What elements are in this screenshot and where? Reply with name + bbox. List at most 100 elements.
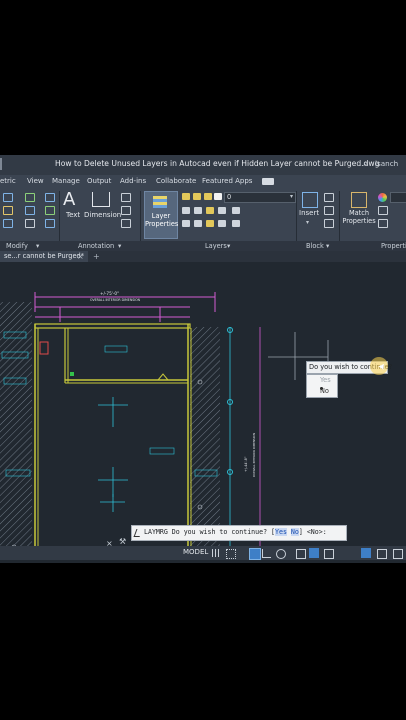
document-tabs: se...r cannot be Purged* × +: [0, 251, 406, 262]
option-yes[interactable]: Yes: [307, 375, 337, 385]
tab-overflow-icon[interactable]: [262, 178, 274, 185]
mirror-icon[interactable]: [25, 206, 35, 215]
tab-parametric[interactable]: etric: [0, 177, 16, 185]
rotate-icon[interactable]: [25, 193, 35, 202]
command-line[interactable]: LAYMRG Do you wish to continue? [Yes No]…: [131, 525, 347, 541]
object-snap-tracking-icon[interactable]: [309, 548, 319, 558]
layer-tool-1-icon[interactable]: [182, 207, 190, 214]
new-tab-button[interactable]: +: [93, 251, 100, 262]
layer-tool-3-icon[interactable]: [206, 207, 214, 214]
tab-manage[interactable]: Manage: [52, 177, 80, 185]
layer-tool-7-icon[interactable]: [194, 220, 202, 227]
tab-add-ins[interactable]: Add-ins: [120, 177, 146, 185]
layer-tool-9-icon[interactable]: [218, 220, 226, 227]
lineweight-icon[interactable]: [378, 219, 388, 228]
panel-annotation[interactable]: Annotation: [78, 242, 114, 250]
command-wrench-icon[interactable]: ⚒: [119, 537, 126, 546]
isodraft-icon[interactable]: [276, 549, 286, 559]
layer-tool-4-icon[interactable]: [218, 207, 226, 214]
snap-icon[interactable]: [226, 549, 236, 559]
grid-icon[interactable]: [212, 549, 220, 557]
properties-dropdown[interactable]: [390, 192, 406, 203]
close-icon[interactable]: ×: [77, 251, 84, 262]
command-prompt-icon: [133, 529, 143, 537]
ribbon-panel-labels: Modify ▾ Annotation ▾ Layers ▾ Block ▾ P…: [0, 241, 406, 251]
tab-featured-apps[interactable]: Featured Apps: [202, 177, 252, 185]
layer-tool-10-icon[interactable]: [232, 220, 240, 227]
array-icon[interactable]: [45, 219, 55, 228]
quick-access-toolbar[interactable]: [0, 158, 11, 170]
command-option-yes[interactable]: Yes: [275, 528, 287, 536]
ortho-icon[interactable]: [249, 548, 261, 560]
dimension-icon[interactable]: [92, 192, 110, 207]
autocad-window: How to Delete Unused Layers in Autocad e…: [0, 155, 406, 563]
object-snap-icon[interactable]: [296, 549, 306, 559]
markup-icon[interactable]: [121, 219, 131, 228]
floor-plan-drawing: +/-75'-0" OVERALL INTERIOR DIMENSION +/-…: [0, 291, 329, 550]
panel-properties[interactable]: Properti: [381, 242, 406, 250]
move-icon[interactable]: [3, 193, 13, 202]
panel-block-chevron-icon[interactable]: ▾: [326, 242, 329, 250]
panel-block[interactable]: Block: [306, 242, 324, 250]
dimension-button[interactable]: Dimension: [84, 211, 121, 219]
stretch-icon[interactable]: [3, 219, 13, 228]
trim-icon[interactable]: [45, 193, 55, 202]
document-tab[interactable]: se...r cannot be Purged*: [0, 251, 89, 262]
search-icon[interactable]: ⌕: [363, 159, 367, 169]
panel-modify-chevron-icon[interactable]: ▾: [36, 242, 39, 250]
option-no[interactable]: No: [307, 386, 337, 396]
panel-layers-chevron-icon[interactable]: ▾: [227, 242, 230, 250]
annotation-scale-icon[interactable]: [361, 548, 371, 558]
ribbon: A Text Dimension Layer Properties 0 ▾ In…: [0, 189, 406, 241]
option-dropdown[interactable]: Yes No: [306, 374, 338, 398]
fillet-icon[interactable]: [45, 206, 55, 215]
insert-block-icon[interactable]: [302, 192, 318, 208]
layer-color-icon[interactable]: [214, 193, 222, 200]
layer-tool-5-icon[interactable]: [232, 207, 240, 214]
insert-button[interactable]: Insert: [299, 209, 319, 217]
drawing-canvas[interactable]: +/-75'-0" OVERALL INTERIOR DIMENSION +/-…: [0, 262, 406, 550]
user-name[interactable]: lsanch: [375, 159, 398, 168]
color-wheel-icon[interactable]: [378, 193, 387, 202]
layer-tool-2-icon[interactable]: [194, 207, 202, 214]
layer-tool-8-icon[interactable]: [206, 220, 214, 227]
text-icon[interactable]: A: [63, 189, 75, 210]
status-bar: MODEL: [0, 546, 406, 560]
create-block-icon[interactable]: [324, 193, 334, 202]
block-attr-icon[interactable]: [324, 219, 334, 228]
customize-icon[interactable]: [393, 549, 403, 559]
model-space-label[interactable]: MODEL: [183, 548, 208, 556]
tab-view[interactable]: View: [27, 177, 44, 185]
text-button[interactable]: Text: [66, 211, 80, 219]
layer-on-icon[interactable]: [182, 193, 190, 200]
tab-output[interactable]: Output: [87, 177, 111, 185]
layer-tool-6-icon[interactable]: [182, 220, 190, 227]
leader-icon[interactable]: [121, 193, 131, 202]
chevron-down-icon: ▾: [289, 193, 293, 200]
match-properties-icon[interactable]: [351, 192, 367, 208]
edit-block-icon[interactable]: [324, 206, 334, 215]
polar-icon[interactable]: [262, 549, 271, 558]
panel-annotation-chevron-icon[interactable]: ▾: [118, 242, 121, 250]
linetype-icon[interactable]: [378, 206, 388, 215]
workspace-icon[interactable]: [377, 549, 387, 559]
layer-dropdown[interactable]: 0 ▾: [224, 192, 296, 203]
panel-layers[interactable]: Layers: [205, 242, 227, 250]
wall-top: [34, 323, 191, 329]
match-properties-button[interactable]: Match Properties: [342, 209, 376, 225]
layer-freeze-icon[interactable]: [193, 193, 201, 200]
scale-icon[interactable]: [25, 219, 35, 228]
command-option-no[interactable]: No: [290, 528, 299, 536]
lineweight-toggle-icon[interactable]: [324, 549, 334, 559]
layer-lock-icon[interactable]: [204, 193, 212, 200]
table-icon[interactable]: [121, 206, 131, 215]
panel-modify[interactable]: Modify: [6, 242, 28, 250]
insert-chevron-icon[interactable]: ▾: [306, 219, 309, 226]
layers-icon: [153, 196, 167, 208]
window-title: How to Delete Unused Layers in Autocad e…: [55, 159, 380, 168]
copy-icon[interactable]: [3, 206, 13, 215]
tab-collaborate[interactable]: Collaborate: [156, 177, 196, 185]
dim-note-top: OVERALL INTERIOR DIMENSION: [90, 298, 141, 302]
command-prompt-text: LAYMRG Do you wish to continue? [Yes No]…: [144, 528, 327, 536]
layer-properties-button[interactable]: Layer Properties: [144, 191, 178, 239]
